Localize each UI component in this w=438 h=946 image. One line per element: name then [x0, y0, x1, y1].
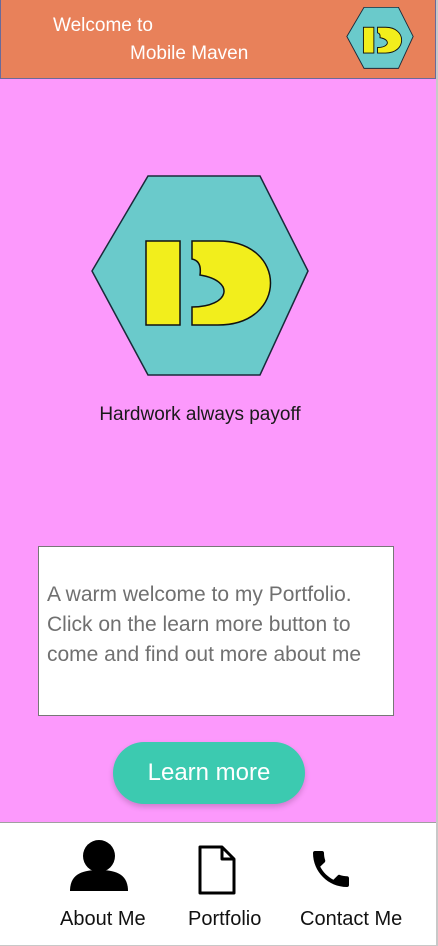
phone-icon [313, 851, 349, 887]
nav-contact-me[interactable]: Contact Me [298, 823, 418, 945]
learn-more-button[interactable]: Learn more [113, 742, 305, 804]
nav-label: Contact Me [300, 908, 403, 930]
hexagon-logo-icon [91, 175, 309, 376]
app-header: Welcome to Mobile Maven [0, 0, 436, 79]
nav-about-me[interactable]: About Me [58, 823, 158, 945]
hexagon-logo-icon [346, 7, 414, 69]
bottom-navigation: About Me Portfolio Contact Me [0, 822, 436, 945]
header-title-line1: Welcome to [53, 15, 153, 36]
person-icon [70, 840, 128, 891]
nav-portfolio[interactable]: Portfolio [186, 823, 276, 945]
app-screen: Welcome to Mobile Maven Hardwork always … [0, 0, 438, 946]
welcome-text: A warm welcome to my Portfolio. Click on… [47, 583, 362, 666]
welcome-card: A warm welcome to my Portfolio. Click on… [38, 546, 394, 716]
header-title-line2: Mobile Maven [130, 43, 249, 64]
nav-label: Portfolio [188, 908, 262, 930]
nav-label: About Me [60, 908, 146, 930]
document-icon [198, 845, 236, 895]
tagline: Hardwork always payoff [99, 404, 301, 425]
